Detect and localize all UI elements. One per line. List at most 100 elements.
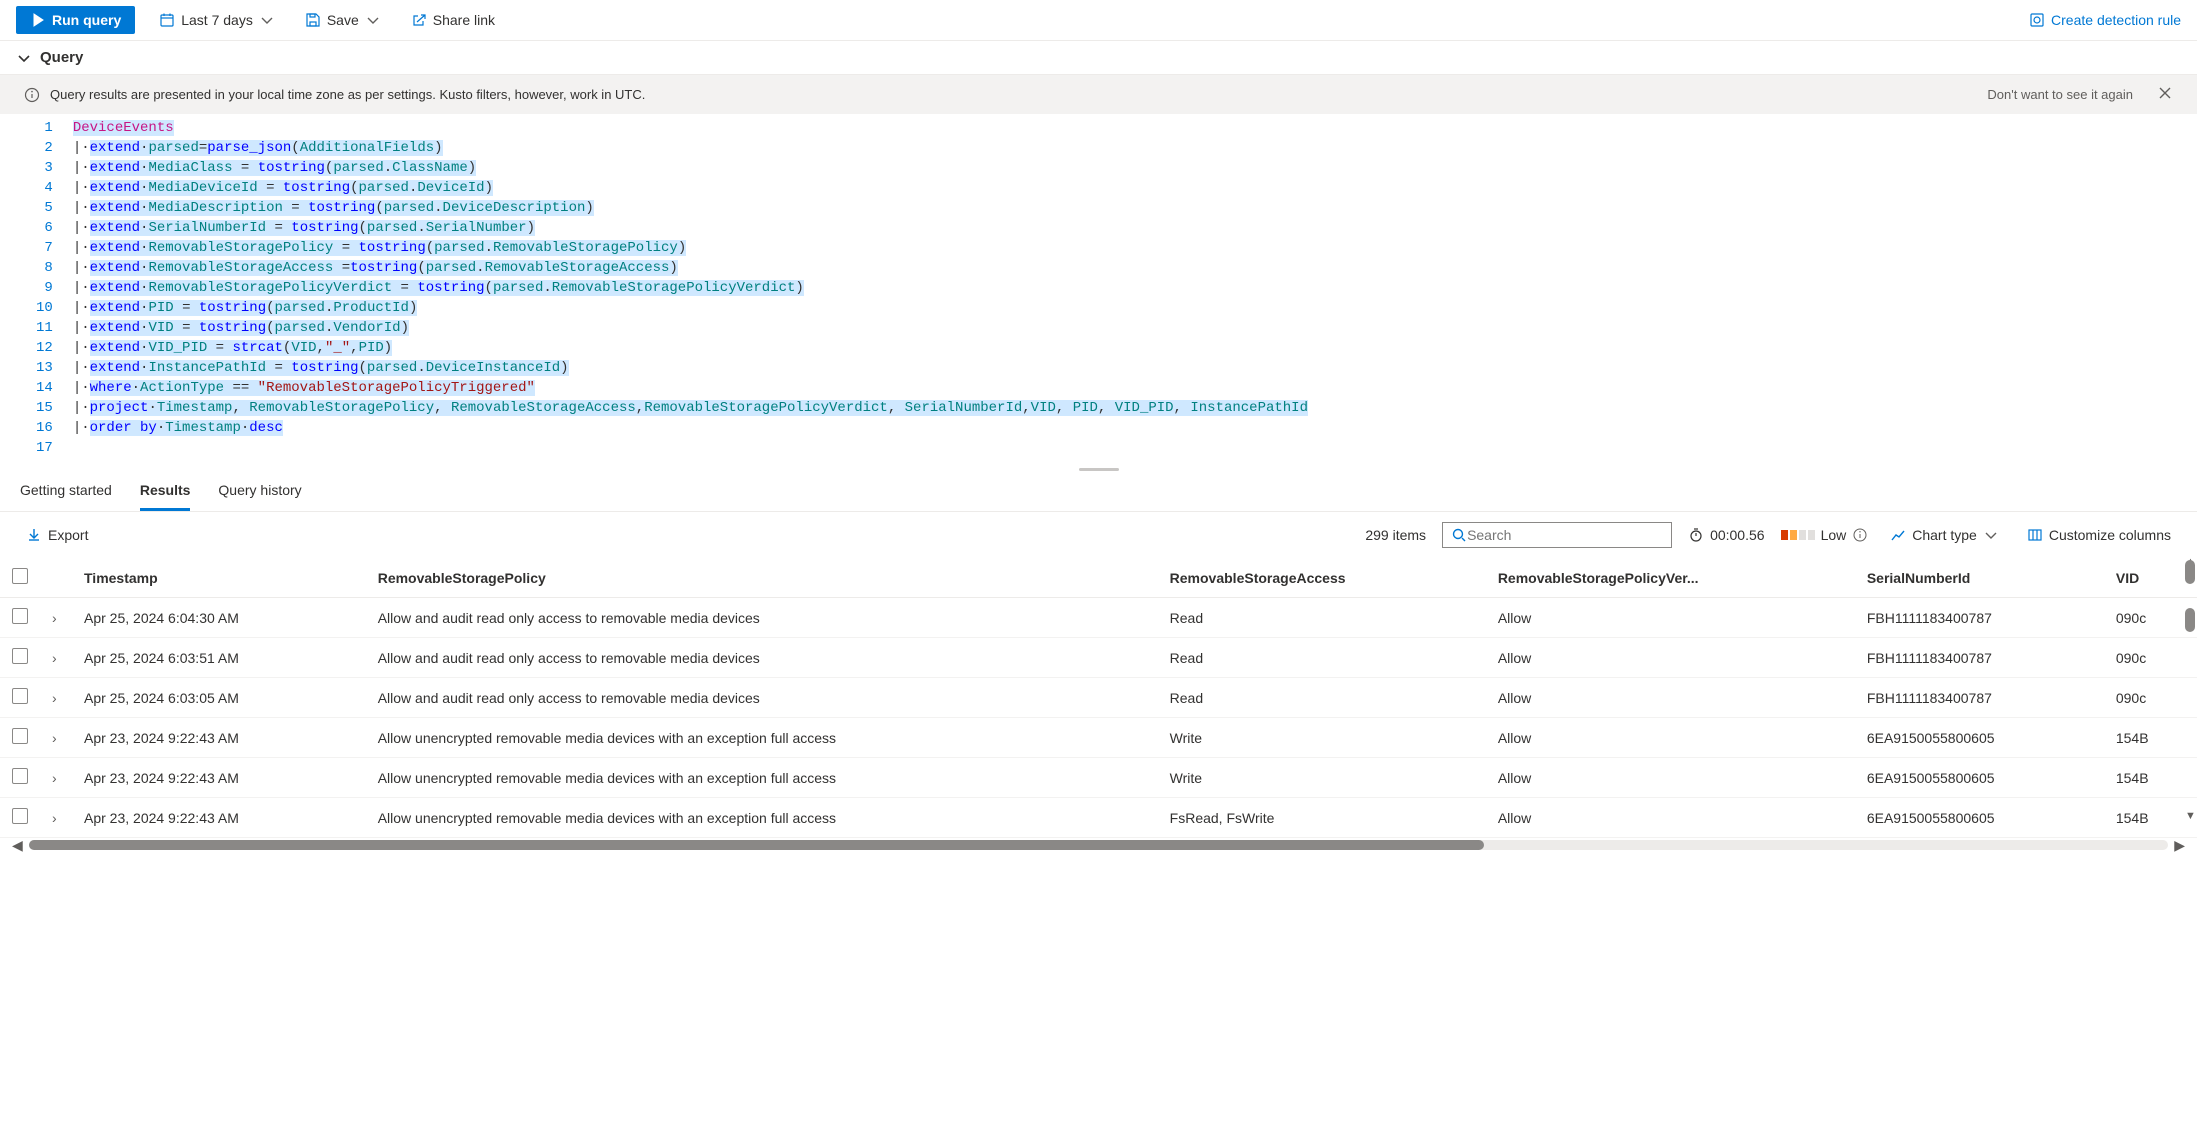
cell-serial: FBH1111183400787 (1855, 678, 2104, 718)
tab-results[interactable]: Results (140, 472, 191, 511)
download-icon (26, 527, 42, 543)
col-verdict[interactable]: RemovableStoragePolicyVer... (1486, 558, 1855, 598)
cell-timestamp: Apr 23, 2024 9:22:43 AM (72, 718, 366, 758)
expand-row-icon[interactable]: › (52, 810, 57, 826)
banner-dismiss-link[interactable]: Don't want to see it again (1987, 87, 2133, 102)
scroll-right-icon[interactable]: ▶ (2174, 837, 2185, 854)
cell-timestamp: Apr 23, 2024 9:22:43 AM (72, 758, 366, 798)
result-tabs: Getting started Results Query history (0, 472, 2197, 512)
chart-icon (1890, 527, 1906, 543)
cell-policy: Allow and audit read only access to remo… (366, 598, 1158, 638)
play-icon (30, 12, 46, 28)
table-row[interactable]: ›Apr 25, 2024 6:03:05 AMAllow and audit … (0, 678, 2197, 718)
search-box[interactable] (1442, 522, 1672, 548)
run-query-button[interactable]: Run query (16, 6, 135, 34)
share-label: Share link (433, 12, 495, 28)
chevron-down-icon (16, 50, 32, 66)
chart-type-label: Chart type (1912, 527, 1977, 543)
chevron-down-icon (1983, 527, 1999, 543)
expand-row-icon[interactable]: › (52, 730, 57, 746)
customize-columns-button[interactable]: Customize columns (2021, 523, 2177, 547)
cell-access: Write (1158, 718, 1486, 758)
save-button[interactable]: Save (299, 8, 387, 32)
scroll-left-icon[interactable]: ◀ (12, 837, 23, 854)
cell-serial: FBH1111183400787 (1855, 638, 2104, 678)
row-checkbox[interactable] (12, 808, 28, 824)
col-timestamp[interactable]: Timestamp (72, 558, 366, 598)
cell-policy: Allow unencrypted removable media device… (366, 758, 1158, 798)
expand-row-icon[interactable]: › (52, 690, 57, 706)
info-icon (24, 87, 40, 103)
editor-code[interactable]: DeviceEvents |·extend·parsed=parse_json(… (73, 118, 2197, 458)
editor-gutter: 1234567891011121314151617 (0, 118, 73, 458)
row-checkbox[interactable] (12, 728, 28, 744)
export-label: Export (48, 527, 88, 543)
cell-verdict: Allow (1486, 798, 1855, 838)
share-icon (411, 12, 427, 28)
save-icon (305, 12, 321, 28)
cell-serial: FBH1111183400787 (1855, 598, 2104, 638)
cell-access: Write (1158, 758, 1486, 798)
main-toolbar: Run query Last 7 days Save Share link Cr… (0, 0, 2197, 41)
cell-serial: 6EA9150055800605 (1855, 718, 2104, 758)
tab-query-history[interactable]: Query history (218, 472, 301, 511)
cell-timestamp: Apr 25, 2024 6:04:30 AM (72, 598, 366, 638)
cell-serial: 6EA9150055800605 (1855, 798, 2104, 838)
horizontal-scrollbar[interactable]: ◀ ▶ (0, 838, 2197, 852)
chevron-down-icon (365, 12, 381, 28)
vertical-scrollbar[interactable]: ▲ ▼ (2183, 558, 2195, 838)
export-button[interactable]: Export (20, 523, 94, 547)
expand-row-icon[interactable]: › (52, 650, 57, 666)
expand-row-icon[interactable]: › (52, 770, 57, 786)
create-detection-rule-link[interactable]: Create detection rule (2029, 12, 2181, 28)
cell-access: Read (1158, 598, 1486, 638)
cell-access: Read (1158, 678, 1486, 718)
time-range-button[interactable]: Last 7 days (153, 8, 281, 32)
save-label: Save (327, 12, 359, 28)
banner-close-button[interactable] (2157, 85, 2173, 104)
info-icon (1852, 527, 1868, 543)
col-serial[interactable]: SerialNumberId (1855, 558, 2104, 598)
customize-columns-label: Customize columns (2049, 527, 2171, 543)
columns-icon (2027, 527, 2043, 543)
results-table: Timestamp RemovableStoragePolicy Removab… (0, 558, 2197, 838)
chart-type-button[interactable]: Chart type (1884, 523, 2005, 547)
select-all-checkbox[interactable] (12, 568, 28, 584)
col-policy[interactable]: RemovableStoragePolicy (366, 558, 1158, 598)
cell-timestamp: Apr 23, 2024 9:22:43 AM (72, 798, 366, 838)
create-detection-rule-label: Create detection rule (2051, 12, 2181, 28)
banner-text: Query results are presented in your loca… (50, 87, 645, 102)
result-toolbar: Export 299 items 00:00.56 Low Chart type… (0, 512, 2197, 558)
tab-getting-started[interactable]: Getting started (20, 472, 112, 511)
row-checkbox[interactable] (12, 768, 28, 784)
cell-access: FsRead, FsWrite (1158, 798, 1486, 838)
scroll-down-icon[interactable]: ▼ (2185, 810, 2195, 822)
search-input[interactable] (1467, 527, 1663, 543)
query-section-title: Query (40, 49, 83, 66)
table-row[interactable]: ›Apr 23, 2024 9:22:43 AMAllow unencrypte… (0, 798, 2197, 838)
time-range-label: Last 7 days (181, 12, 253, 28)
cell-verdict: Allow (1486, 718, 1855, 758)
close-icon (2157, 85, 2173, 101)
row-checkbox[interactable] (12, 648, 28, 664)
calendar-icon (159, 12, 175, 28)
query-section-header[interactable]: Query (0, 41, 2197, 75)
expand-row-icon[interactable]: › (52, 610, 57, 626)
cell-verdict: Allow (1486, 638, 1855, 678)
table-row[interactable]: › Apr 25, 2024 6:04:30 AMAllow and audit … (0, 598, 2197, 638)
row-checkbox[interactable] (12, 688, 28, 704)
share-link-button[interactable]: Share link (405, 8, 501, 32)
table-row[interactable]: › Apr 23, 2024 9:22:43 AMAllow unencrypte… (0, 758, 2197, 798)
results-table-wrap: Timestamp RemovableStoragePolicy Removab… (0, 558, 2197, 838)
cell-timestamp: Apr 25, 2024 6:03:05 AM (72, 678, 366, 718)
col-access[interactable]: RemovableStorageAccess (1158, 558, 1486, 598)
table-row[interactable]: ›Apr 25, 2024 6:03:51 AMAllow and audit … (0, 638, 2197, 678)
cell-verdict: Allow (1486, 758, 1855, 798)
item-count: 299 items (1365, 527, 1426, 543)
table-row[interactable]: ›Apr 23, 2024 9:22:43 AMAllow unencrypte… (0, 718, 2197, 758)
stopwatch-icon (1688, 527, 1704, 543)
row-checkbox[interactable] (12, 608, 28, 624)
query-editor[interactable]: 1234567891011121314151617 DeviceEvents |… (0, 114, 2197, 466)
table-header-row: Timestamp RemovableStoragePolicy Removab… (0, 558, 2197, 598)
cell-access: Read (1158, 638, 1486, 678)
